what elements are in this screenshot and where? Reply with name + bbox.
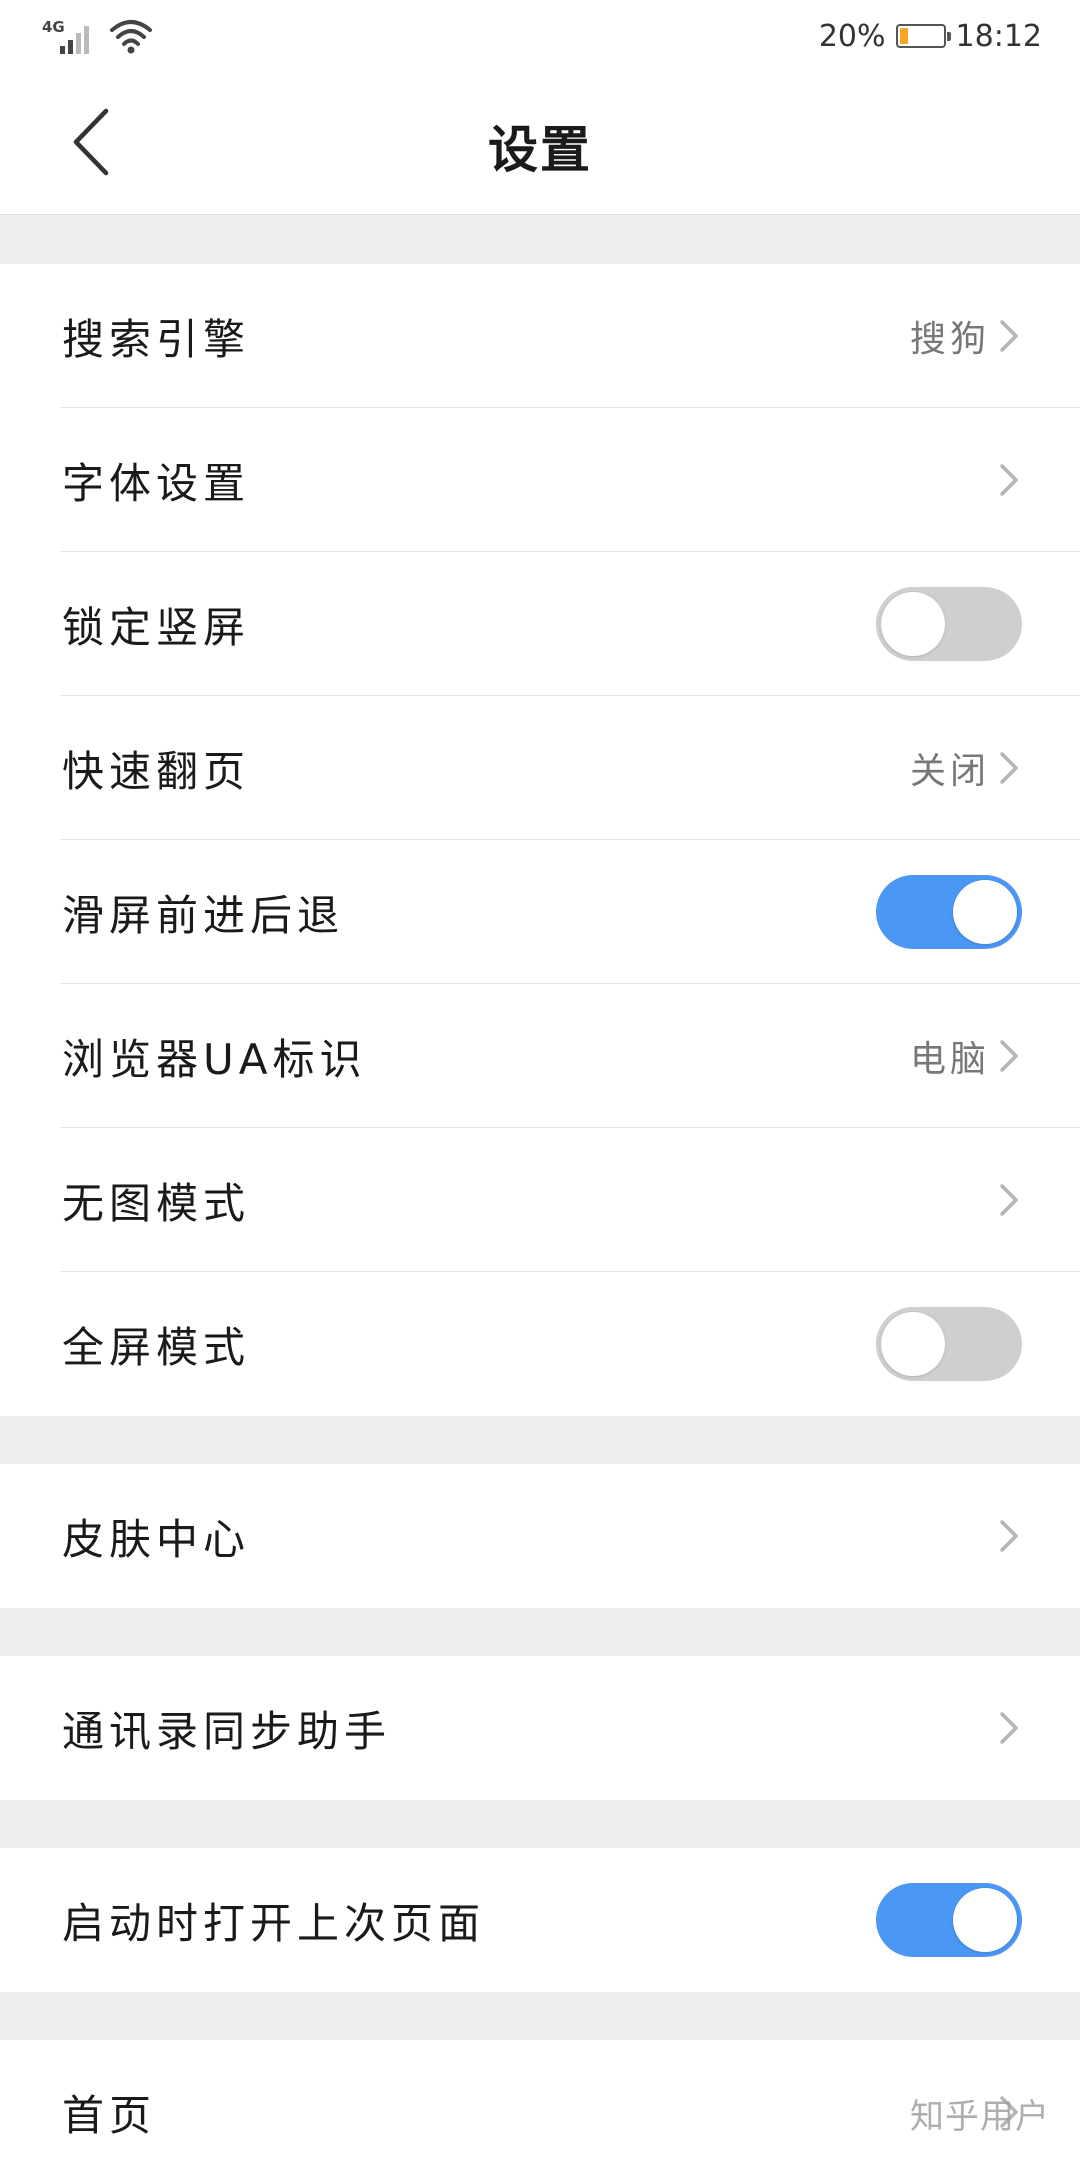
settings-group: 通讯录同步助手 <box>0 1656 1080 1800</box>
chevron-right-icon <box>998 318 1020 354</box>
settings-row-right: 搜狗 <box>910 310 1020 362</box>
settings-row-label: 滑屏前进后退 <box>62 890 345 940</box>
settings-group: 搜索引擎 搜狗字体设置锁定竖屏快速翻页 关闭滑屏前进后退 浏览器UA标识 电脑无图模式全… <box>0 264 1080 1416</box>
settings-row[interactable]: 通讯录同步助手 <box>0 1656 1080 1800</box>
settings-row[interactable]: 启动时打开上次页面 <box>0 1848 1080 1992</box>
header: 设置 <box>0 72 1080 215</box>
settings-row-right <box>998 1710 1020 1746</box>
settings-row[interactable]: 字体设置 <box>0 408 1080 552</box>
status-right: 20% 18:12 <box>819 14 1042 58</box>
settings-row-value: 搜狗 <box>909 319 990 360</box>
settings-row-label: 锁定竖屏 <box>62 602 251 652</box>
settings-row[interactable]: 无图模式 <box>0 1128 1080 1272</box>
toggle-knob <box>953 1888 1017 1952</box>
settings-row[interactable]: 浏览器UA标识 电脑 <box>0 984 1080 1128</box>
settings-row-right: 电脑 <box>910 1030 1020 1082</box>
chevron-right-icon <box>998 1038 1020 1074</box>
settings-row[interactable]: 皮肤中心 <box>0 1464 1080 1608</box>
status-bar: 4G 20% 18:12 <box>0 0 1080 72</box>
chevron-right-icon <box>998 1182 1020 1218</box>
toggle-switch[interactable] <box>876 1883 1022 1957</box>
settings-group: 启动时打开上次页面 <box>0 1848 1080 1992</box>
settings-row-label: 字体设置 <box>62 458 251 508</box>
settings-row-label: 启动时打开上次页面 <box>62 1898 486 1948</box>
settings-group: 皮肤中心 <box>0 1464 1080 1608</box>
settings-row-label: 无图模式 <box>62 1178 251 1228</box>
settings-row-right <box>998 462 1020 498</box>
page-title: 设置 <box>488 121 592 179</box>
toggle-knob <box>881 1312 945 1376</box>
toggle-switch[interactable] <box>876 587 1022 661</box>
cell-signal-icon: 4G <box>42 16 98 56</box>
settings-row-label: 全屏模式 <box>62 1322 251 1372</box>
status-time: 18:12 <box>955 18 1042 54</box>
battery-icon <box>895 24 951 48</box>
chevron-right-icon <box>998 462 1020 498</box>
toggle-knob <box>953 880 1017 944</box>
status-left: 4G <box>42 14 154 58</box>
toggle-knob <box>881 592 945 656</box>
settings-row-label: 搜索引擎 <box>62 314 251 364</box>
settings-row-label: 通讯录同步助手 <box>62 1706 392 1756</box>
settings-row[interactable]: 滑屏前进后退 <box>0 840 1080 984</box>
chevron-right-icon <box>998 750 1020 786</box>
toggle-switch[interactable] <box>876 1307 1022 1381</box>
chevron-right-icon <box>998 1710 1020 1746</box>
battery-fill <box>899 28 908 44</box>
battery-percent: 20% <box>818 18 886 54</box>
settings-row[interactable]: 快速翻页 关闭 <box>0 696 1080 840</box>
settings-row-value: 关闭 <box>909 751 990 792</box>
settings-row[interactable]: 全屏模式 <box>0 1272 1080 1416</box>
settings-row-label: 浏览器UA标识 <box>62 1034 367 1084</box>
wifi-icon <box>110 20 152 54</box>
settings-row[interactable]: 锁定竖屏 <box>0 552 1080 696</box>
settings-row-right <box>998 1182 1020 1218</box>
settings-row-right: 关闭 <box>910 742 1020 794</box>
chevron-right-icon <box>998 1518 1020 1554</box>
toggle-switch[interactable] <box>876 875 1022 949</box>
settings-row-right <box>998 1518 1020 1554</box>
settings-row-label: 皮肤中心 <box>62 1514 251 1564</box>
watermark: 知乎用户 <box>910 2097 1050 2137</box>
settings-row[interactable]: 搜索引擎 搜狗 <box>0 264 1080 408</box>
settings-row-label: 首页 <box>62 2090 157 2140</box>
settings-row-value: 电脑 <box>909 1039 990 1080</box>
settings-row-label: 快速翻页 <box>62 746 251 796</box>
